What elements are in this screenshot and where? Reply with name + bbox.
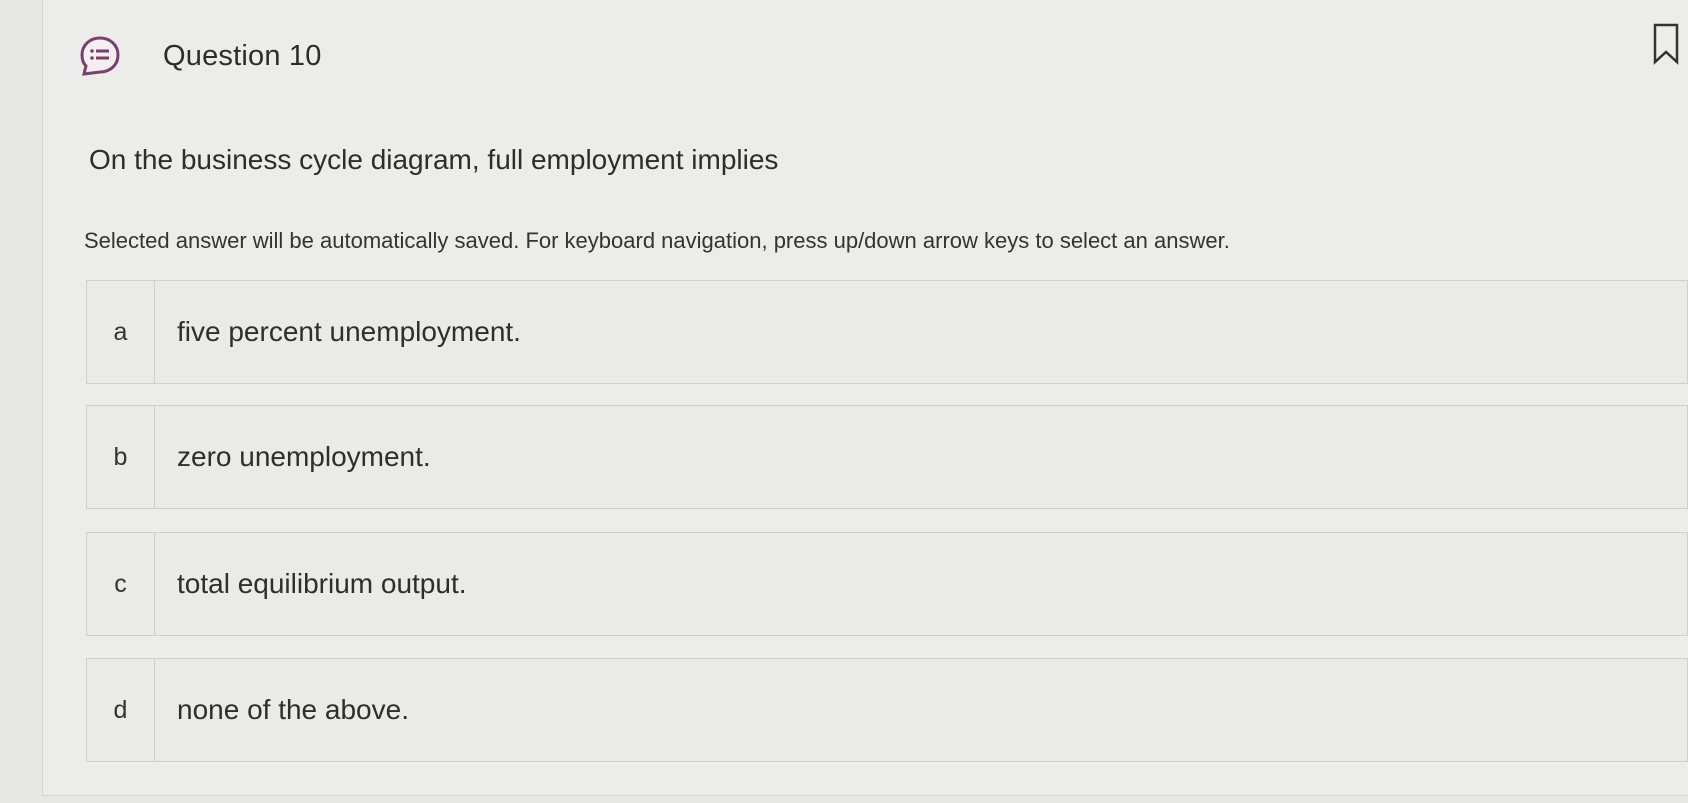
option-text: zero unemployment. — [177, 441, 431, 472]
option-text: five percent unemployment. — [177, 316, 521, 347]
answer-instructions: Selected answer will be automatically sa… — [84, 228, 1230, 253]
option-letter: c — [87, 533, 155, 635]
answer-option-a[interactable]: a five percent unemployment. — [86, 280, 1688, 384]
option-letter: d — [87, 659, 155, 761]
option-text: none of the above. — [177, 694, 409, 725]
bookmark-icon[interactable] — [1652, 22, 1680, 66]
list-chat-bubble-icon — [78, 34, 122, 78]
option-letter: b — [87, 406, 155, 508]
answer-option-b[interactable]: b zero unemployment. — [86, 405, 1688, 509]
answer-option-d[interactable]: d none of the above. — [86, 658, 1688, 762]
option-text: total equilibrium output. — [177, 568, 467, 599]
option-letter: a — [87, 281, 155, 383]
question-header: Question 10 — [78, 34, 322, 78]
answer-option-c[interactable]: c total equilibrium output. — [86, 532, 1688, 636]
question-title: Question 10 — [163, 39, 322, 72]
question-prompt: On the business cycle diagram, full empl… — [89, 144, 779, 175]
